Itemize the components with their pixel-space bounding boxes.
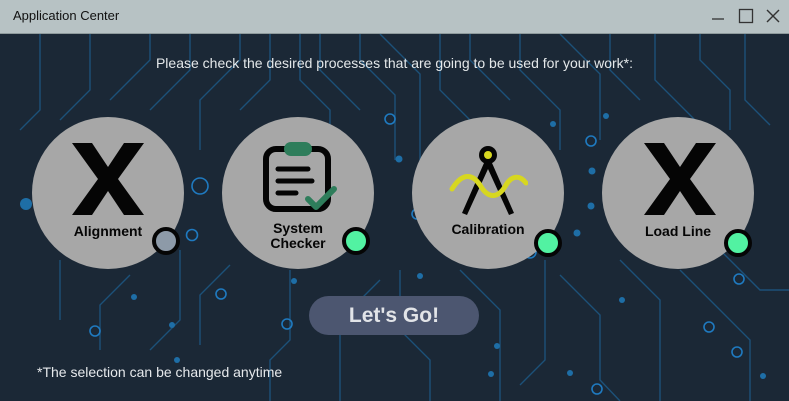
instructions-text: Please check the desired processes that … — [155, 55, 634, 71]
process-system-checker[interactable]: System Checker — [222, 117, 374, 269]
footnote-text: *The selection can be changed anytime — [37, 364, 283, 380]
minimize-button[interactable] — [708, 6, 728, 26]
calibration-checkbox[interactable] — [534, 229, 562, 257]
x-mark-icon — [644, 143, 716, 215]
maximize-icon — [738, 8, 754, 24]
window-title: Application Center — [13, 8, 120, 23]
compass-wave-icon — [449, 146, 528, 215]
lets-go-button[interactable]: Let's Go! — [309, 296, 479, 335]
close-icon — [766, 9, 780, 23]
maximize-button[interactable] — [736, 6, 756, 26]
title-bar: Application Center — [0, 0, 789, 34]
alignment-checkbox[interactable] — [152, 227, 180, 255]
x-mark-icon — [72, 143, 144, 215]
load-line-checkbox[interactable] — [724, 229, 752, 257]
system-checker-checkbox[interactable] — [342, 227, 370, 255]
clipboard-check-icon — [263, 142, 337, 212]
application-window: Application Center Please check the desi… — [0, 0, 789, 401]
close-button[interactable] — [763, 6, 783, 26]
process-calibration[interactable]: Calibration — [412, 117, 564, 269]
process-load-line[interactable]: Load Line — [602, 117, 754, 269]
process-alignment[interactable]: Alignment — [32, 117, 184, 269]
minimize-icon — [712, 18, 724, 20]
